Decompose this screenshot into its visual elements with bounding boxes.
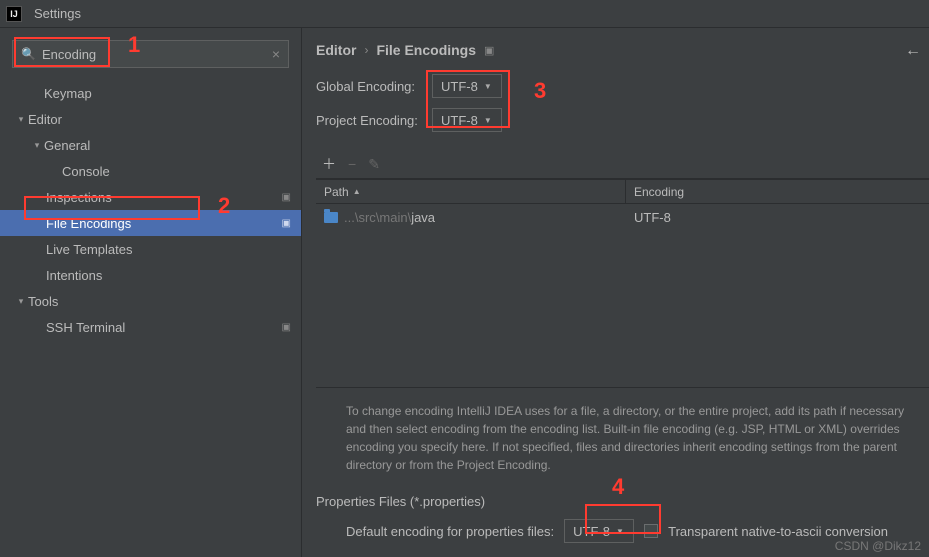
table-toolbar: ＋ − ✎ [316, 148, 929, 179]
search-icon: 🔍 [21, 47, 36, 61]
path-name: java [411, 210, 435, 225]
back-arrow-icon[interactable]: ← [905, 42, 921, 60]
clear-search-icon[interactable]: × [272, 46, 280, 62]
sort-asc-icon: ▲ [353, 187, 361, 196]
tree-item-keymap[interactable]: Keymap [0, 80, 301, 106]
default-props-encoding-label: Default encoding for properties files: [346, 524, 554, 539]
chevron-down-icon: ▾ [14, 114, 28, 125]
tree-item-file-encodings[interactable]: File Encodings ▣ [0, 210, 301, 236]
breadcrumb: Editor › File Encodings ▣ [316, 42, 929, 58]
chevron-down-icon: ▼ [484, 82, 492, 91]
window-title: Settings [34, 6, 81, 21]
watermark: CSDN @Dikz12 [835, 539, 921, 553]
titlebar: IJ Settings [0, 0, 929, 28]
properties-section-title: Properties Files (*.properties) [316, 494, 929, 509]
default-props-encoding-select[interactable]: UTF-8 ▼ [564, 519, 634, 543]
column-path[interactable]: Path ▲ [316, 180, 626, 203]
tree-item-intentions[interactable]: Intentions [0, 262, 301, 288]
tree-item-console[interactable]: Console [0, 158, 301, 184]
help-text: To change encoding IntelliJ IDEA uses fo… [316, 387, 929, 484]
search-value: Encoding [42, 47, 272, 62]
settings-tree: Keymap ▾ Editor ▾ General Console Inspec… [0, 76, 301, 557]
transparent-ascii-checkbox[interactable] [644, 524, 658, 538]
project-level-icon: ▣ [484, 44, 494, 57]
tree-item-general[interactable]: ▾ General [0, 132, 301, 158]
chevron-right-icon: › [364, 43, 368, 57]
project-encoding-label: Project Encoding: [316, 113, 432, 128]
project-level-icon: ▣ [282, 322, 291, 333]
column-encoding[interactable]: Encoding [626, 180, 929, 203]
chevron-down-icon: ▼ [616, 527, 624, 536]
edit-button: ✎ [368, 156, 380, 173]
project-level-icon: ▣ [282, 192, 291, 203]
table-row[interactable]: ...\src\main\java UTF-8 [316, 204, 929, 230]
path-prefix: ...\src\main\ [344, 210, 411, 225]
transparent-ascii-label: Transparent native-to-ascii conversion [668, 524, 888, 539]
tree-item-tools[interactable]: ▾ Tools [0, 288, 301, 314]
sidebar: 🔍 Encoding × Keymap ▾ Editor ▾ General C… [0, 28, 302, 557]
remove-button: − [348, 156, 356, 172]
project-encoding-select[interactable]: UTF-8 ▼ [432, 108, 502, 132]
global-encoding-label: Global Encoding: [316, 79, 432, 94]
search-input[interactable]: 🔍 Encoding × [12, 40, 289, 68]
folder-icon [324, 212, 338, 223]
tree-item-editor[interactable]: ▾ Editor [0, 106, 301, 132]
encoding-table: Path ▲ Encoding ...\src\main\java UTF-8 [316, 179, 929, 387]
breadcrumb-file-encodings: File Encodings [376, 42, 476, 58]
tree-item-live-templates[interactable]: Live Templates [0, 236, 301, 262]
chevron-down-icon: ▾ [30, 140, 44, 151]
chevron-down-icon: ▼ [484, 116, 492, 125]
project-level-icon: ▣ [282, 218, 291, 229]
tree-item-ssh-terminal[interactable]: SSH Terminal ▣ [0, 314, 301, 340]
app-logo: IJ [6, 6, 22, 22]
chevron-down-icon: ▾ [14, 296, 28, 307]
main-panel: ← Editor › File Encodings ▣ Global Encod… [302, 28, 929, 557]
add-button[interactable]: ＋ [322, 154, 336, 174]
tree-item-inspections[interactable]: Inspections ▣ [0, 184, 301, 210]
breadcrumb-editor[interactable]: Editor [316, 42, 356, 58]
row-encoding[interactable]: UTF-8 [626, 210, 929, 225]
global-encoding-select[interactable]: UTF-8 ▼ [432, 74, 502, 98]
